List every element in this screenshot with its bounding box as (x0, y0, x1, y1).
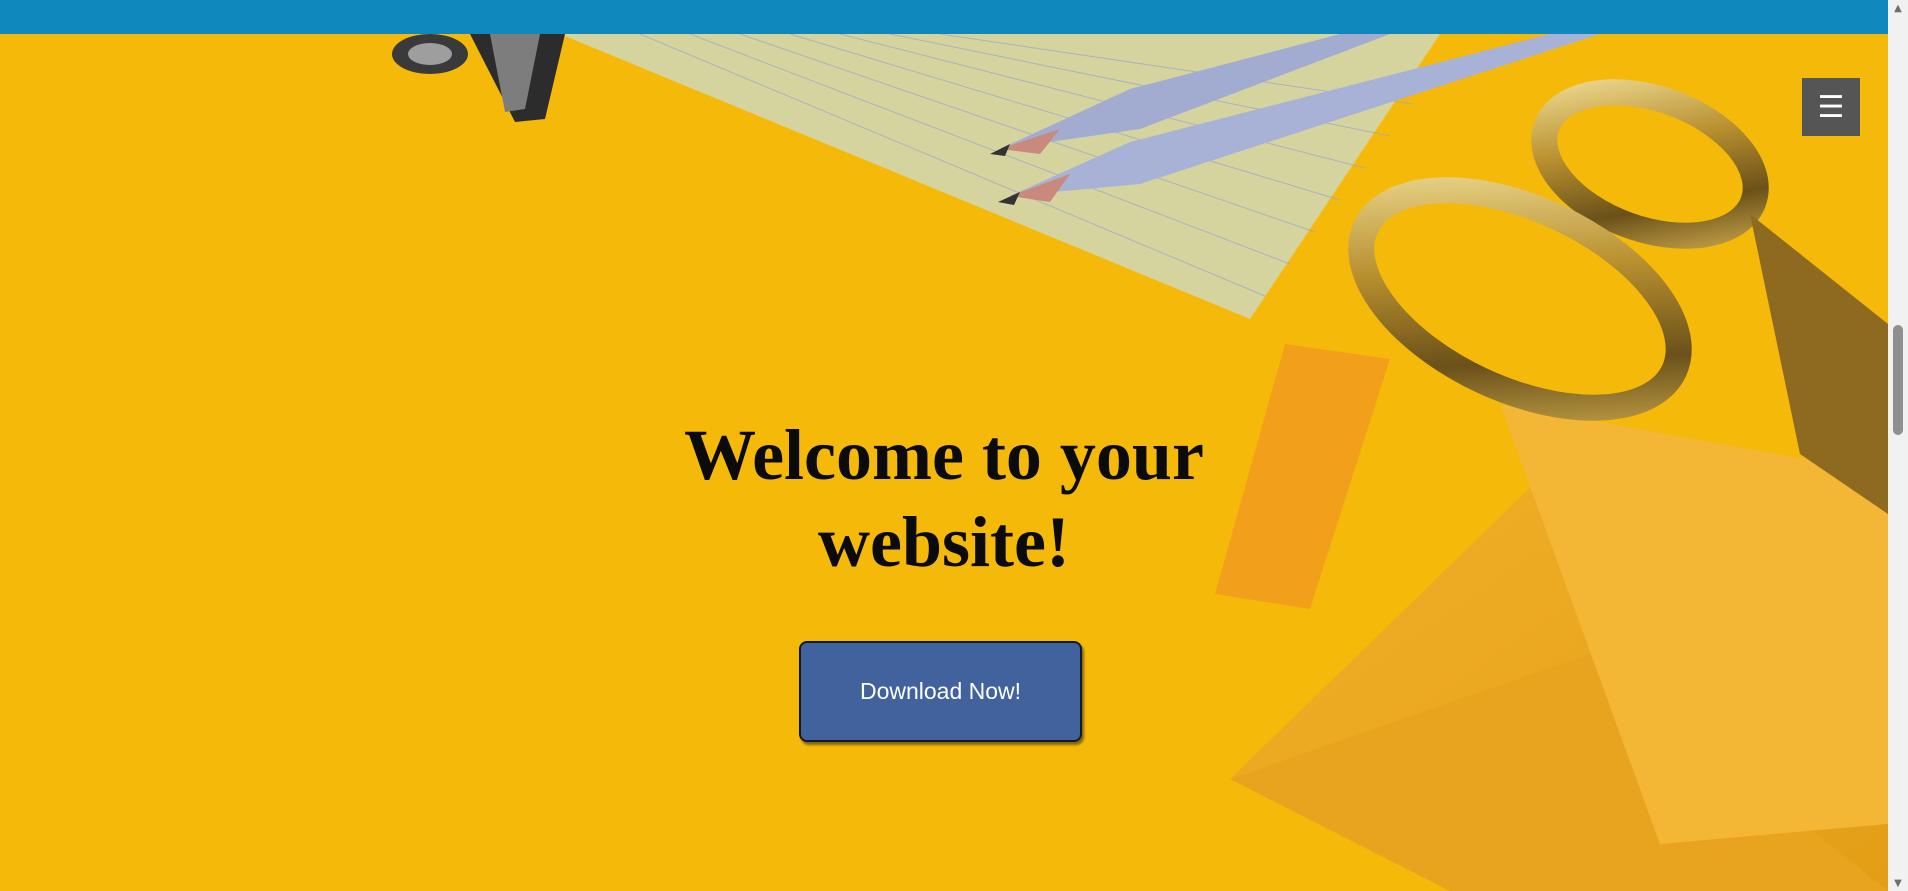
binder-clip-shape (392, 34, 565, 122)
hamburger-menu-icon: ☰ (1817, 90, 1845, 124)
page: Welcome to your website! Download Now! ☰… (0, 0, 1908, 891)
hero-title-line-2: website! (818, 502, 1070, 582)
vertical-scrollbar[interactable]: ▲ ▼ (1888, 0, 1908, 891)
scrollbar-thumb[interactable] (1893, 325, 1903, 435)
top-header-bar (0, 0, 1888, 34)
hero-title-line-1: Welcome to your (684, 415, 1204, 495)
hero-title: Welcome to your website! (0, 412, 1888, 586)
scroll-up-arrow-icon[interactable]: ▲ (1888, 0, 1908, 16)
scissors-shape (1348, 79, 1769, 421)
hero-section: Welcome to your website! Download Now! (0, 34, 1888, 891)
scroll-down-arrow-icon[interactable]: ▼ (1888, 875, 1908, 891)
menu-toggle-button[interactable]: ☰ (1802, 78, 1860, 136)
download-button[interactable]: Download Now! (799, 641, 1082, 742)
notepad-shape (560, 34, 1440, 319)
